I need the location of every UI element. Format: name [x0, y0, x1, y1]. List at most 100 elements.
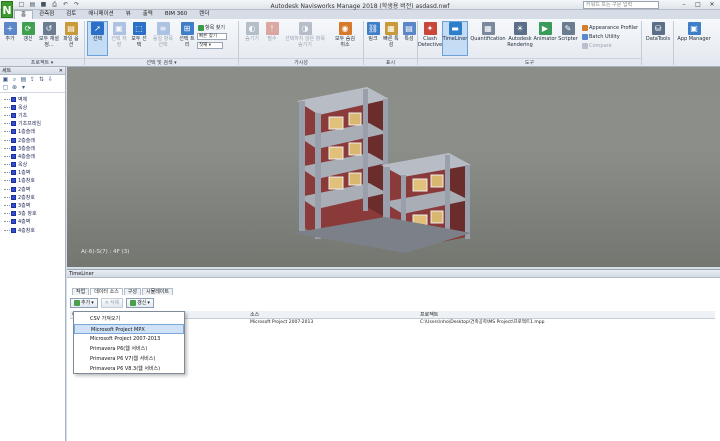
tab-data-sources[interactable]: 데이터 소스: [90, 288, 123, 295]
tree-item[interactable]: 2층창호: [0, 193, 65, 201]
tree-item[interactable]: 3층 창호: [0, 210, 65, 218]
tree-item[interactable]: 기초: [0, 111, 65, 119]
tab-configure[interactable]: 구성: [123, 288, 141, 295]
rendering-icon: ☀: [513, 22, 527, 35]
tree-item[interactable]: 옥상: [0, 161, 65, 169]
tree-item[interactable]: 4층창호: [0, 226, 65, 234]
3d-viewport[interactable]: A(-6)-S(7) : 4F (3): [67, 67, 720, 267]
select-button[interactable]: ➚ 선택: [87, 21, 108, 56]
tree-item[interactable]: 4층슬래: [0, 152, 65, 160]
clash-detective-button[interactable]: ✦ Clash Detective: [418, 22, 442, 48]
set-icon: [11, 170, 16, 176]
compare-button[interactable]: Compare: [582, 43, 612, 49]
selection-resolution-select[interactable]: 첫째 ▾: [197, 42, 223, 49]
autodesk-rendering-button[interactable]: ☀ Autodesk Rendering: [507, 22, 533, 48]
tab-review[interactable]: 검토: [60, 10, 82, 19]
reset-all-button[interactable]: ↺ 모두 재설정...: [39, 22, 59, 48]
help-search-input[interactable]: 키워드 또는 구문 입력: [583, 1, 659, 9]
set-icon: [11, 194, 16, 200]
tab-bim360[interactable]: BIM 360: [159, 10, 193, 19]
menu-item-ms-project-2007-2013[interactable]: Microsoft Project 2007-2013: [74, 334, 184, 344]
delete-icon: ✕: [104, 300, 109, 306]
quantification-button[interactable]: ▦ Quantification: [470, 22, 506, 42]
find-items-button[interactable]: 항목 찾기: [198, 25, 225, 31]
selection-tree-button[interactable]: ⊞ 선택 트리: [178, 22, 196, 48]
delete-set-icon[interactable]: ⊗: [11, 84, 18, 91]
tab-tasks[interactable]: 작업: [72, 288, 90, 295]
animator-button[interactable]: ▶ Animator: [534, 22, 557, 42]
sets-panel-header: 세트 ✕: [0, 67, 65, 75]
select-same-button[interactable]: ≡ 동일 항목 선택: [150, 22, 176, 48]
folder-icon[interactable]: ▤: [20, 76, 27, 83]
delete-source-button[interactable]: ✕ 삭제: [100, 298, 124, 308]
app-manager-icon: ▣: [687, 22, 701, 35]
tree-item[interactable]: 1층창호: [0, 177, 65, 185]
save-selection-button[interactable]: ▣ 선택 저장: [110, 22, 128, 48]
menu-item-primavera-p6-v83[interactable]: Primavera P6 V8.3(웹 서비스): [74, 364, 184, 374]
tab-view[interactable]: 뷰: [120, 10, 137, 19]
batch-utility-button[interactable]: Batch Utility: [582, 34, 620, 40]
tree-item[interactable]: 기초프레임: [0, 120, 65, 128]
tab-animation[interactable]: 애니메이션: [82, 10, 119, 19]
close-icon[interactable]: ✕: [59, 67, 63, 75]
hide-unselected-icon: ◑: [298, 22, 312, 35]
sort-icon[interactable]: ⇅: [38, 76, 45, 83]
hide-button[interactable]: ◐ 숨기기: [242, 22, 262, 42]
tab-viewpoint[interactable]: 관측점: [33, 10, 60, 19]
export-icon[interactable]: ⇪: [29, 76, 36, 83]
menu-item-ms-project-mpx[interactable]: Microsoft Project MPX: [74, 324, 184, 334]
quick-find-input[interactable]: 빠른 찾기: [197, 33, 227, 40]
tree-item[interactable]: 옥상: [0, 103, 65, 111]
tree-item[interactable]: 2층슬래: [0, 136, 65, 144]
appearance-profiler-button[interactable]: Appearance Profiler: [582, 25, 638, 31]
tree-item[interactable]: 4층벽: [0, 218, 65, 226]
require-button[interactable]: ! 필수: [264, 22, 280, 42]
unhide-all-button[interactable]: ◉ 모두 숨김 취소: [332, 22, 358, 48]
options-icon[interactable]: ▾: [20, 84, 27, 91]
add-source-button[interactable]: 추가 ▾: [70, 298, 98, 308]
project-panel-label[interactable]: 프로젝트 ▾: [0, 58, 84, 66]
search-set-icon[interactable]: ⌕: [11, 76, 18, 83]
app-manager-button[interactable]: ▣ App Manager: [675, 22, 713, 42]
tree-item[interactable]: 3층벽: [0, 201, 65, 209]
quick-properties-button[interactable]: ▦ 빠른 특성: [382, 22, 400, 48]
datatools-button[interactable]: ⛁ DataTools: [644, 22, 672, 42]
tree-item[interactable]: 1층벽: [0, 169, 65, 177]
app-logo[interactable]: N: [1, 1, 13, 18]
ribbon-tabs: 홈 관측점 검토 애니메이션 뷰 출력 BIM 360 렌더: [14, 10, 215, 19]
select-all-button[interactable]: ⬚ 모두 선택: [130, 22, 148, 48]
tree-item[interactable]: 벽체: [0, 95, 65, 103]
menu-item-csv-import[interactable]: CSV 가져오기: [74, 314, 184, 324]
display-panel-label: 표시: [364, 58, 417, 66]
tree-item[interactable]: 1층슬래: [0, 128, 65, 136]
hide-unselected-button[interactable]: ◑ 선택하지 않은 항목 숨기기: [282, 22, 328, 48]
refresh-source-button[interactable]: 갱신 ▾: [126, 298, 154, 308]
new-folder-icon[interactable]: ▢: [2, 84, 9, 91]
scripter-button[interactable]: ✎ Scripter: [557, 22, 579, 42]
append-icon: +: [3, 22, 17, 35]
select-panel-label[interactable]: 선택 및 검색 ▾: [85, 58, 238, 66]
import-icon[interactable]: ⇩: [47, 76, 54, 83]
timeliner-button[interactable]: ▬ TimeLiner: [442, 21, 468, 56]
save-set-icon[interactable]: ▣: [2, 76, 9, 83]
tab-home[interactable]: 홈: [14, 10, 34, 19]
tab-render[interactable]: 렌더: [193, 10, 215, 19]
minimize-icon[interactable]: –: [678, 1, 690, 8]
close-icon[interactable]: ✕: [706, 1, 718, 8]
refresh-button[interactable]: ⟳ 갱신: [20, 22, 36, 42]
menu-item-primavera-p6[interactable]: Primavera P6(웹 서비스): [74, 344, 184, 354]
file-options-button[interactable]: ▤ 파일 옵션: [62, 22, 80, 48]
menu-item-primavera-p6-v7[interactable]: Primavera P6 V7(웹 서비스): [74, 354, 184, 364]
properties-button[interactable]: ▤ 특성: [402, 22, 416, 42]
viewpoint-label: A(-6)-S(7) : 4F (3): [81, 249, 130, 255]
tree-item[interactable]: 2층벽: [0, 185, 65, 193]
links-button[interactable]: ⛓ 링크: [366, 22, 380, 42]
timeliner-header: TimeLiner: [67, 270, 720, 278]
append-button[interactable]: + 추가: [3, 22, 17, 42]
maximize-icon[interactable]: □: [692, 1, 704, 8]
tab-output[interactable]: 출력: [137, 10, 159, 19]
tree-item[interactable]: 3층슬래: [0, 144, 65, 152]
properties-icon: ▤: [402, 22, 416, 35]
refresh-icon: ⟳: [21, 22, 35, 35]
tab-simulate[interactable]: 시뮬레이트: [142, 288, 174, 295]
